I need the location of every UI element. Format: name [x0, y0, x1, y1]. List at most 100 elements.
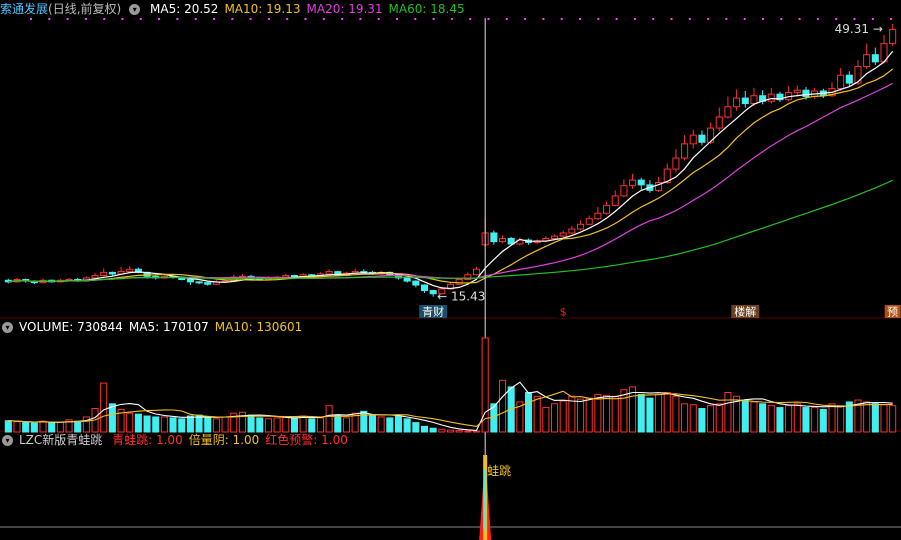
volume-bar — [776, 407, 784, 433]
kline-chart[interactable]: 49.31 → ← 15.43青财 $ 楼解 预蛙跳 — [0, 0, 901, 540]
candle-body — [698, 134, 706, 143]
volume-bar — [126, 412, 134, 433]
volume-bar — [793, 403, 801, 433]
volume-bar — [750, 401, 758, 433]
top-marker-dot — [341, 18, 344, 20]
top-marker-dot — [853, 18, 856, 20]
volume-bar — [811, 407, 819, 433]
candle-body — [689, 134, 697, 145]
top-marker-dot — [66, 18, 69, 20]
top-marker-dot — [158, 18, 161, 20]
volume-bar — [273, 417, 281, 433]
candle-body — [559, 232, 567, 237]
top-marker-dot — [871, 18, 874, 20]
top-marker-dot — [615, 18, 618, 20]
top-marker-dot — [688, 18, 691, 20]
volume-bar — [681, 403, 689, 433]
candle-body — [681, 143, 689, 159]
period-label[interactable]: (日线,前复权) — [48, 2, 121, 16]
top-marker-dot — [194, 18, 197, 20]
volume-bar — [290, 417, 298, 433]
top-marker-dot — [597, 18, 600, 20]
volume-bar — [603, 394, 611, 433]
candle-body — [620, 185, 628, 197]
volume-bar — [368, 414, 377, 433]
volume-bar — [629, 386, 637, 433]
indicator-name[interactable]: LZC新版青蛙跳 — [19, 433, 102, 447]
top-marker-dot — [48, 18, 51, 20]
volume-bar — [316, 417, 324, 433]
dropdown-icon[interactable]: ▾ — [2, 322, 13, 333]
candle-body — [594, 212, 602, 220]
volume-bar — [577, 398, 585, 433]
candle-body — [793, 89, 801, 94]
volume-bar — [611, 395, 619, 433]
volume-bar — [620, 389, 628, 433]
dropdown-icon[interactable]: ▾ — [2, 435, 13, 446]
price-panel-header: 索通发展(日线,前复权) ▾ MA5: 20.52 MA10: 19.13 MA20:… — [0, 0, 901, 18]
volume-bar — [360, 410, 368, 433]
vol-legend-0: VOLUME: 730844 — [19, 320, 123, 334]
event-label: 楼解 — [734, 305, 756, 319]
top-marker-dot — [304, 18, 307, 20]
frog-jump-core — [484, 470, 487, 530]
candle-body — [100, 271, 108, 277]
top-marker-dot — [670, 18, 673, 20]
candle-body — [767, 93, 775, 102]
volume-panel-header: ▾ VOLUME: 730844 MA5: 170107 MA10: 130601 — [0, 318, 901, 336]
volume-bar — [871, 403, 879, 433]
candle-body — [629, 179, 637, 187]
stock-name[interactable]: 索通发展 — [0, 2, 48, 16]
volume-bar — [542, 407, 550, 433]
volume-bar — [689, 404, 697, 433]
candle-body — [412, 280, 420, 286]
candle-body — [863, 54, 871, 68]
candle-body — [802, 89, 810, 98]
volume-bar — [551, 403, 559, 433]
candle-body — [108, 271, 116, 275]
candle-body — [472, 268, 481, 276]
volume-bar — [377, 416, 385, 433]
max-price-label: 49.31 → — [835, 22, 883, 36]
volume-bar — [169, 417, 177, 433]
top-marker-dot — [176, 18, 179, 20]
top-marker-dot — [249, 18, 252, 20]
candle-body — [603, 204, 611, 214]
volume-bar — [785, 405, 793, 433]
volume-bar — [247, 414, 255, 433]
top-marker-dot — [652, 18, 655, 20]
top-marker-dot — [432, 18, 435, 20]
event-label: 预 — [887, 306, 898, 319]
top-marker-dot — [835, 18, 838, 20]
volume-bar — [524, 392, 533, 433]
candle-body — [724, 106, 732, 118]
top-marker-dot — [816, 18, 819, 20]
candle-body — [403, 277, 411, 282]
top-marker-dot — [743, 18, 746, 20]
ma-line-ma5 — [8, 50, 894, 290]
volume-bar — [221, 416, 229, 433]
volume-bar — [100, 382, 108, 433]
top-marker-dot — [84, 18, 87, 20]
candle-body — [889, 28, 897, 45]
candle-body — [715, 116, 723, 129]
volume-bar — [663, 392, 671, 433]
candle-body — [741, 97, 749, 105]
volume-bar — [325, 405, 333, 433]
ma-legend-1: MA10: 19.13 — [224, 2, 301, 16]
dropdown-icon[interactable]: ▾ — [129, 4, 141, 15]
volume-bar — [819, 408, 827, 433]
ma-line-ma20 — [8, 82, 893, 283]
volume-bar — [594, 393, 602, 433]
volume-bar — [828, 403, 836, 433]
indicator-legend-0: 青蛙跳: 1.00 — [112, 433, 183, 447]
top-marker-dot — [505, 18, 508, 20]
top-marker-dot — [762, 18, 764, 20]
candle-body — [611, 195, 619, 206]
candle-body — [568, 228, 576, 234]
event-label: $ — [560, 306, 567, 319]
top-marker-dot — [322, 18, 325, 20]
top-marker-dot — [267, 18, 270, 20]
volume-bar — [299, 415, 307, 433]
ma-legend-0: MA5: 20.52 — [150, 2, 219, 16]
